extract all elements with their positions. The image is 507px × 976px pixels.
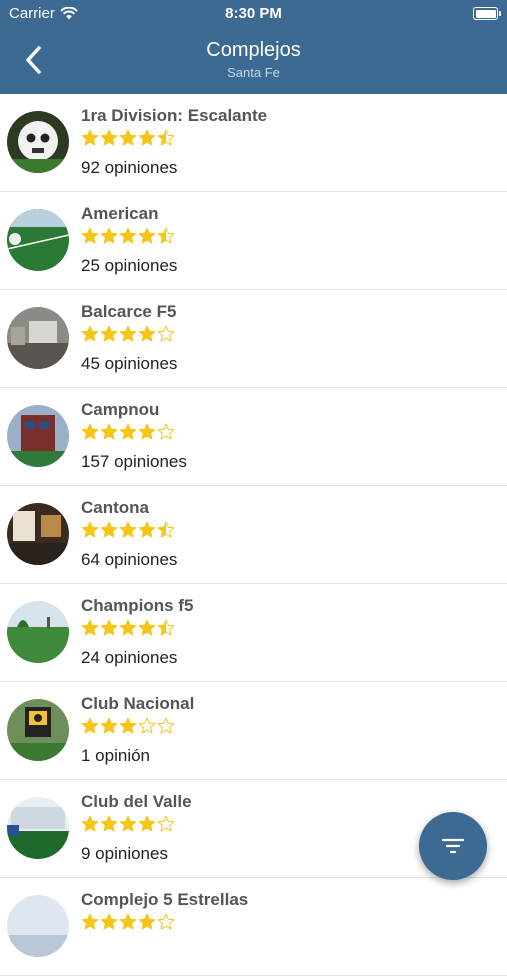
star-full-icon bbox=[119, 325, 137, 342]
complex-name: Balcarce F5 bbox=[81, 302, 177, 321]
star-full-icon bbox=[138, 619, 156, 636]
star-half-icon bbox=[157, 619, 175, 636]
star-full-icon bbox=[119, 129, 137, 146]
review-count: 157 opiniones bbox=[81, 452, 187, 471]
star-full-icon bbox=[81, 717, 99, 734]
star-empty-icon bbox=[138, 717, 156, 734]
star-empty-icon bbox=[157, 325, 175, 342]
star-full-icon bbox=[138, 913, 156, 930]
rating-stars bbox=[81, 423, 175, 441]
complex-photo bbox=[7, 111, 69, 173]
star-full-icon bbox=[81, 423, 99, 440]
page-subtitle: Santa Fe bbox=[227, 65, 280, 80]
star-full-icon bbox=[100, 325, 118, 342]
complex-photo bbox=[7, 503, 69, 565]
page-title: Complejos bbox=[206, 39, 301, 61]
star-full-icon bbox=[81, 619, 99, 636]
list-item[interactable]: Balcarce F5 45 opiniones bbox=[0, 290, 507, 388]
rating-stars bbox=[81, 325, 175, 343]
complex-photo bbox=[7, 699, 69, 761]
star-full-icon bbox=[138, 325, 156, 342]
star-half-icon bbox=[157, 129, 175, 146]
star-full-icon bbox=[119, 521, 137, 538]
status-time: 8:30 PM bbox=[225, 5, 282, 22]
review-count: 64 opiniones bbox=[81, 550, 178, 569]
rating-stars bbox=[81, 619, 175, 637]
complex-name: Complejo 5 Estrellas bbox=[81, 890, 249, 909]
rating-stars bbox=[81, 521, 175, 539]
star-empty-icon bbox=[157, 913, 175, 930]
star-full-icon bbox=[100, 717, 118, 734]
list-item[interactable]: Club Nacional 1 opinión bbox=[0, 682, 507, 780]
complex-photo bbox=[7, 601, 69, 663]
review-count: 24 opiniones bbox=[81, 648, 178, 667]
complex-name: Champions f5 bbox=[81, 596, 194, 615]
review-count: 1 opinión bbox=[81, 746, 151, 765]
star-half-icon bbox=[157, 227, 175, 244]
review-count: 25 opiniones bbox=[81, 256, 178, 275]
star-full-icon bbox=[81, 227, 99, 244]
list-item[interactable]: Champions f5 24 opiniones bbox=[0, 584, 507, 682]
star-full-icon bbox=[100, 815, 118, 832]
star-full-icon bbox=[119, 717, 137, 734]
star-full-icon bbox=[100, 423, 118, 440]
complex-photo bbox=[7, 307, 69, 369]
review-count: 45 opiniones bbox=[81, 354, 178, 373]
list-item[interactable]: 1ra Division: Escalante 92 opiniones bbox=[0, 94, 507, 192]
star-empty-icon bbox=[157, 717, 175, 734]
rating-stars bbox=[81, 227, 175, 245]
star-full-icon bbox=[81, 815, 99, 832]
star-full-icon bbox=[119, 423, 137, 440]
star-full-icon bbox=[119, 815, 137, 832]
complex-name: Campnou bbox=[81, 400, 160, 419]
rating-stars bbox=[81, 717, 175, 735]
star-full-icon bbox=[138, 521, 156, 538]
star-full-icon bbox=[138, 227, 156, 244]
list-item[interactable]: Cantona 64 opiniones bbox=[0, 486, 507, 584]
star-full-icon bbox=[138, 129, 156, 146]
rating-stars bbox=[81, 129, 175, 147]
complex-name: Cantona bbox=[81, 498, 149, 517]
nav-header: Carrier 8:30 PM Complejos Santa Fe bbox=[0, 0, 507, 94]
star-half-icon bbox=[157, 521, 175, 538]
star-full-icon bbox=[81, 325, 99, 342]
star-full-icon bbox=[100, 619, 118, 636]
list-item[interactable]: Campnou 157 opiniones bbox=[0, 388, 507, 486]
list-item[interactable]: Complejo 5 Estrellas bbox=[0, 878, 507, 976]
status-bar: Carrier 8:30 PM bbox=[0, 0, 507, 28]
complex-name: 1ra Division: Escalante bbox=[81, 106, 268, 125]
star-empty-icon bbox=[157, 423, 175, 440]
star-full-icon bbox=[81, 913, 99, 930]
star-full-icon bbox=[100, 521, 118, 538]
star-full-icon bbox=[119, 913, 137, 930]
star-full-icon bbox=[81, 129, 99, 146]
review-count: 9 opiniones bbox=[81, 844, 168, 863]
rating-stars bbox=[81, 913, 175, 931]
review-count: 92 opiniones bbox=[81, 158, 178, 177]
star-full-icon bbox=[81, 521, 99, 538]
star-full-icon bbox=[100, 913, 118, 930]
star-full-icon bbox=[138, 815, 156, 832]
star-full-icon bbox=[100, 227, 118, 244]
complex-name: American bbox=[81, 204, 159, 223]
battery-icon bbox=[473, 7, 501, 20]
complex-photo bbox=[7, 797, 69, 859]
complex-photo bbox=[7, 895, 69, 957]
complex-name: Club del Valle bbox=[81, 792, 192, 811]
star-full-icon bbox=[119, 619, 137, 636]
filter-button[interactable] bbox=[419, 812, 487, 880]
complex-photo bbox=[7, 405, 69, 467]
star-full-icon bbox=[100, 129, 118, 146]
rating-stars bbox=[81, 815, 175, 833]
list-item[interactable]: American 25 opiniones bbox=[0, 192, 507, 290]
star-empty-icon bbox=[157, 815, 175, 832]
filter-icon bbox=[441, 838, 465, 854]
complex-name: Club Nacional bbox=[81, 694, 195, 713]
star-full-icon bbox=[119, 227, 137, 244]
star-full-icon bbox=[138, 423, 156, 440]
complex-photo bbox=[7, 209, 69, 271]
